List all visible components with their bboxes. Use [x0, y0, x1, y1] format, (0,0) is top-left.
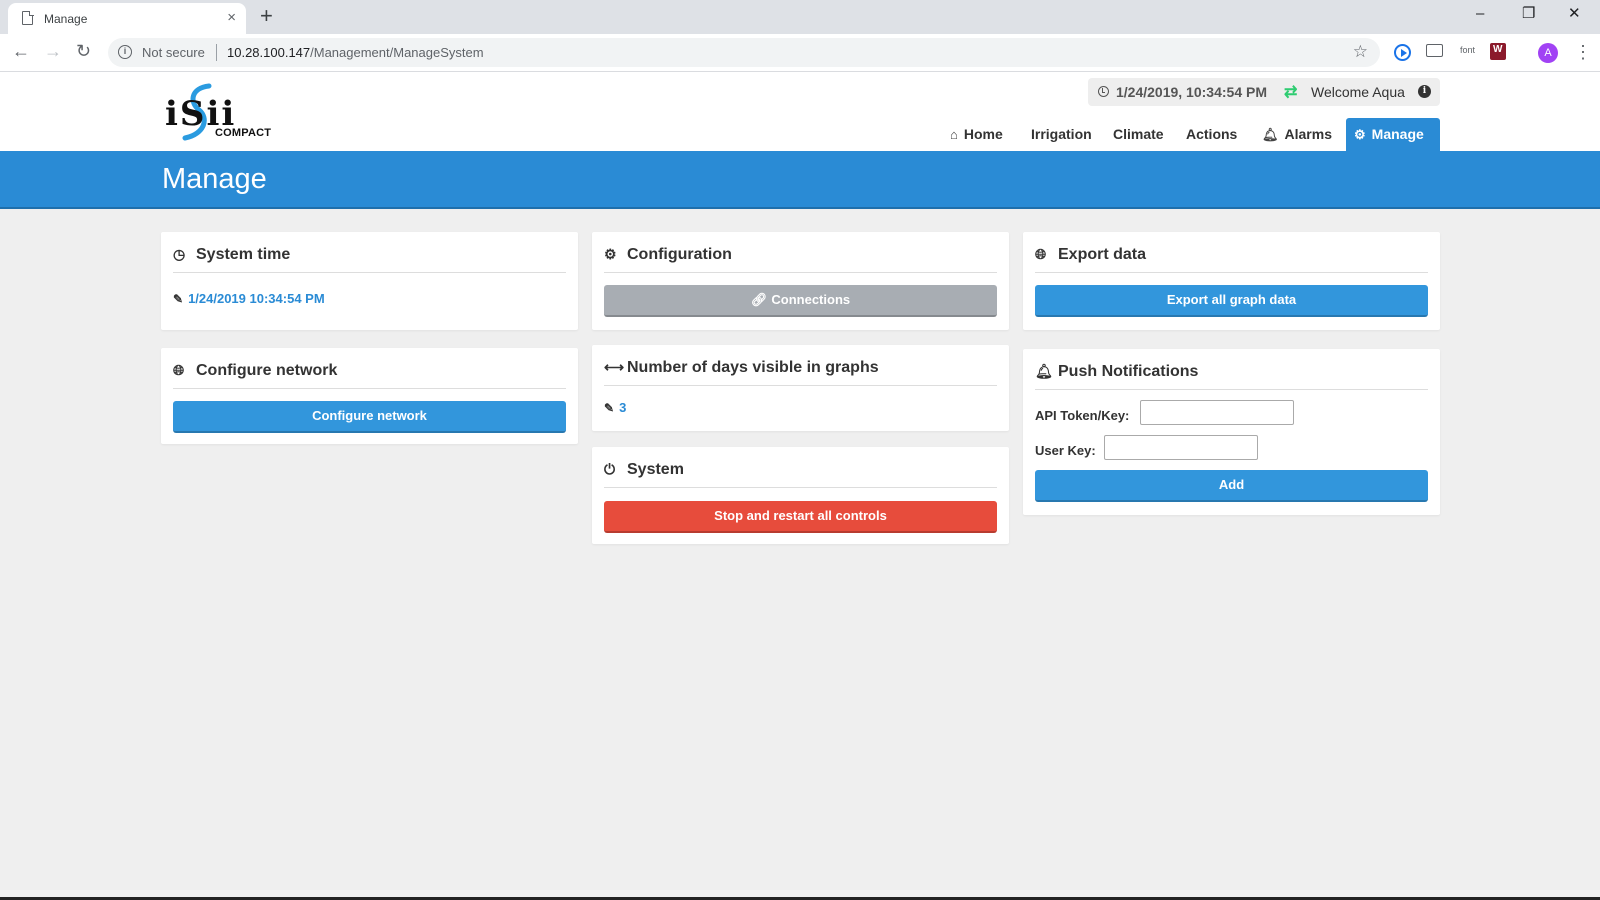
minimize-button[interactable]: –	[1476, 4, 1484, 24]
user-key-input[interactable]	[1104, 435, 1258, 460]
days-visible-title: Number of days visible in graphs	[627, 359, 879, 376]
nav-climate[interactable]: Climate	[1105, 118, 1172, 151]
url-path: /Management/ManageSystem	[310, 45, 484, 60]
status-bar: 1/24/2019, 10:34:54 PM ⇄ Welcome Aqua i	[1088, 78, 1440, 106]
nav-manage[interactable]: ⚙ Manage	[1346, 118, 1440, 151]
address-bar[interactable]: i Not secure 10.28.100.147/Management/Ma…	[108, 38, 1380, 67]
add-button[interactable]: Add	[1035, 470, 1428, 502]
browser-tab[interactable]: Manage ×	[8, 3, 246, 34]
api-token-input[interactable]	[1140, 400, 1294, 425]
page-title-band: Manage	[0, 151, 1600, 209]
nav-irrigation[interactable]: Irrigation	[1023, 118, 1100, 151]
cast-icon[interactable]	[1426, 44, 1443, 57]
export-data-header: 🌐︎ Export data	[1035, 244, 1428, 273]
user-key-label: User Key:	[1035, 443, 1096, 458]
push-notifications-panel: 🔔︎ Push Notifications API Token/Key: User…	[1023, 349, 1440, 515]
nav-climate-label: Climate	[1113, 126, 1164, 142]
pencil-icon: ✎	[604, 401, 615, 415]
nav-actions[interactable]: Actions	[1178, 118, 1245, 151]
configure-network-header: 🌐︎ Configure network	[173, 360, 566, 389]
browser-menu-icon[interactable]: ⋮	[1574, 42, 1592, 62]
globe-icon: 🌐︎	[1035, 246, 1047, 262]
configuration-header: ⚙ Configuration	[604, 244, 997, 273]
days-visible-panel: ⟷ Number of days visible in graphs ✎ 3	[592, 345, 1009, 431]
bookmark-star-icon[interactable]: ☆	[1353, 42, 1368, 62]
connections-button[interactable]: 🔗︎ Connections	[604, 285, 997, 317]
horizontal-arrows-icon: ⟷	[604, 359, 625, 375]
connections-label: Connections	[771, 292, 851, 307]
back-arrow-icon[interactable]: ←	[12, 41, 30, 61]
user-info-icon[interactable]: i	[1418, 85, 1431, 98]
site-info-icon[interactable]: i	[118, 45, 132, 59]
new-tab-button[interactable]: +	[260, 4, 273, 28]
export-data-title: Export data	[1058, 246, 1147, 263]
push-notifications-header: 🔔︎ Push Notifications	[1035, 361, 1428, 390]
export-all-graph-data-button[interactable]: Export all graph data	[1035, 285, 1428, 317]
nav-irrigation-label: Irrigation	[1031, 126, 1092, 142]
configuration-title: Configuration	[627, 246, 732, 263]
system-time-panel: ◷ System time ✎ 1/24/2019 10:34:54 PM	[161, 232, 578, 330]
profile-avatar[interactable]: A	[1538, 43, 1558, 63]
clock-icon	[1098, 86, 1109, 97]
nav-home[interactable]: ⌂ Home	[942, 118, 1011, 151]
system-header: ⏻ System	[604, 459, 997, 488]
gear-icon: ⚙	[1354, 127, 1366, 142]
shield-extension-icon[interactable]	[1490, 43, 1506, 60]
nav-alarms[interactable]: 🔔︎ Alarms	[1254, 118, 1340, 151]
url-text[interactable]: 10.28.100.147/Management/ManageSystem	[227, 45, 484, 60]
push-notifications-title: Push Notifications	[1058, 363, 1199, 380]
nav-actions-label: Actions	[1186, 126, 1238, 142]
restore-button[interactable]: ❐	[1522, 4, 1535, 24]
nav-alarms-label: Alarms	[1284, 126, 1332, 142]
browser-toolbar: ← → ↻ i Not secure 10.28.100.147/Managem…	[0, 34, 1600, 72]
clock-icon: ◷	[173, 246, 186, 262]
system-time-title: System time	[196, 246, 291, 263]
close-window-button[interactable]: ✕	[1568, 4, 1581, 24]
tab-close-icon[interactable]: ×	[227, 9, 236, 27]
welcome-text[interactable]: Welcome Aqua	[1311, 84, 1405, 100]
bell-icon: 🔔︎	[1035, 363, 1053, 379]
sync-arrows-icon: ⇄	[1284, 84, 1298, 101]
configure-network-title: Configure network	[196, 362, 338, 379]
export-data-panel: 🌐︎ Export data Export all graph data	[1023, 232, 1440, 330]
url-host: 10.28.100.147	[227, 45, 311, 60]
nav-manage-label: Manage	[1371, 126, 1424, 142]
bell-icon: 🔔︎	[1262, 127, 1279, 142]
browser-tabstrip: Manage × + – ❐ ✕	[0, 0, 1600, 34]
system-time-edit-link[interactable]: ✎ 1/24/2019 10:34:54 PM	[173, 291, 325, 306]
pencil-icon: ✎	[173, 292, 184, 306]
link-icon: 🔗︎	[750, 292, 768, 307]
page: iSii COMPACT 1/24/2019, 10:34:54 PM ⇄ We…	[0, 72, 1600, 900]
days-visible-header: ⟷ Number of days visible in graphs	[604, 357, 997, 386]
page-icon	[22, 10, 34, 25]
system-time-header: ◷ System time	[173, 244, 566, 273]
globe-icon: 🌐︎	[173, 362, 185, 378]
configure-network-button[interactable]: Configure network	[173, 401, 566, 433]
font-extension-icon[interactable]: font	[1460, 45, 1475, 55]
days-visible-value: 3	[619, 400, 627, 415]
site-header: iSii COMPACT 1/24/2019, 10:34:54 PM ⇄ We…	[0, 72, 1600, 151]
page-title: Manage	[162, 163, 267, 195]
system-time-value: 1/24/2019 10:34:54 PM	[188, 291, 325, 306]
configuration-panel: ⚙ Configuration 🔗︎ Connections	[592, 232, 1009, 330]
main-nav: ⌂ Home Irrigation Climate Actions 🔔︎ Alarm…	[0, 118, 1600, 151]
system-title: System	[627, 461, 684, 478]
tab-title: Manage	[44, 12, 88, 26]
configure-network-panel: 🌐︎ Configure network Configure network	[161, 348, 578, 444]
forward-arrow-icon[interactable]: →	[44, 41, 62, 61]
api-token-label: API Token/Key:	[1035, 408, 1130, 423]
omnibox-separator	[216, 44, 217, 61]
stop-restart-button[interactable]: Stop and restart all controls	[604, 501, 997, 533]
home-icon: ⌂	[950, 127, 958, 142]
power-icon: ⏻	[604, 461, 616, 477]
media-play-extension-icon[interactable]	[1394, 44, 1411, 61]
nav-home-label: Home	[963, 126, 1003, 142]
security-label[interactable]: Not secure	[142, 45, 205, 60]
days-visible-edit-link[interactable]: ✎ 3	[604, 400, 626, 415]
current-datetime: 1/24/2019, 10:34:54 PM	[1116, 84, 1267, 100]
reload-icon[interactable]: ↻	[76, 41, 91, 61]
gears-icon: ⚙	[604, 246, 617, 262]
system-panel: ⏻ System Stop and restart all controls	[592, 447, 1009, 544]
